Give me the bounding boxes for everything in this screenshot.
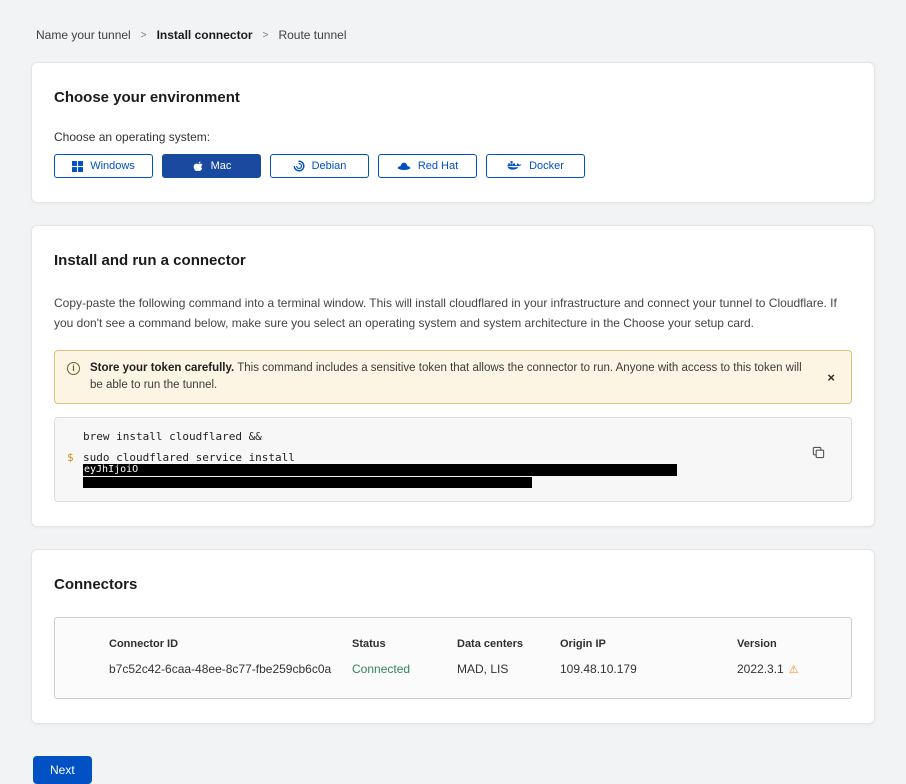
copy-icon[interactable] [810, 444, 827, 461]
install-card-title: Install and run a connector [54, 252, 852, 269]
tunnel-setup-page: Name your tunnel > Install connector > R… [0, 0, 906, 784]
os-button-label: Red Hat [418, 160, 458, 172]
table-header-row: Connector ID Status Data centers Origin … [109, 638, 831, 650]
connectors-card: Connectors Connector ID Status Data cent… [31, 549, 875, 724]
table-row: b7c52c42-6caa-48ee-8c77-fbe259cb6c0a Con… [109, 662, 831, 676]
redacted-token-line-1: eyJhIjoiO [83, 464, 677, 476]
os-button-windows[interactable]: Windows [54, 154, 153, 178]
os-select-label: Choose an operating system: [54, 130, 852, 144]
debian-icon [293, 160, 305, 172]
data-centers-value: MAD, LIS [457, 662, 560, 676]
origin-ip-value: 109.48.10.179 [560, 662, 737, 676]
install-command-block: $ brew install cloudflared && sudo cloud… [54, 417, 852, 502]
redhat-icon [397, 161, 411, 172]
breadcrumb: Name your tunnel > Install connector > R… [36, 28, 875, 42]
version-value: 2022.3.1 ⚠ [737, 662, 831, 676]
os-button-label: Debian [312, 160, 347, 172]
breadcrumb-separator: > [141, 30, 147, 41]
environment-card-title: Choose your environment [54, 89, 852, 106]
close-icon[interactable]: × [823, 370, 839, 385]
token-warning-bold: Store your token carefully. [90, 362, 234, 374]
token-warning-banner: i Store your token carefully. This comma… [54, 350, 852, 405]
shell-prompt: $ [67, 451, 74, 464]
os-button-label: Windows [90, 160, 135, 172]
col-header-data-centers: Data centers [457, 638, 560, 650]
os-button-group: Windows Mac Debian Red Hat [54, 154, 852, 178]
connectors-card-title: Connectors [54, 576, 852, 593]
token-prefix: eyJhIjoiO [84, 464, 138, 475]
environment-card: Choose your environment Choose an operat… [31, 62, 875, 203]
command-line-2: sudo cloudflared service install [83, 451, 803, 464]
os-button-mac[interactable]: Mac [162, 154, 261, 178]
col-header-version: Version [737, 638, 831, 650]
version-number: 2022.3.1 [737, 662, 784, 676]
status-badge: Connected [352, 662, 457, 676]
apple-icon [192, 160, 204, 173]
install-card: Install and run a connector Copy-paste t… [31, 225, 875, 527]
os-button-redhat[interactable]: Red Hat [378, 154, 477, 178]
install-instructions: Copy-paste the following command into a … [54, 293, 852, 334]
col-header-origin-ip: Origin IP [560, 638, 737, 650]
info-icon: i [67, 362, 80, 375]
version-warning-icon: ⚠ [789, 663, 799, 676]
token-warning-text: Store your token carefully. This command… [90, 360, 813, 395]
connectors-table: Connector ID Status Data centers Origin … [54, 617, 852, 699]
os-button-debian[interactable]: Debian [270, 154, 369, 178]
col-header-connector-id: Connector ID [109, 638, 352, 650]
command-line-1: brew install cloudflared && [83, 430, 803, 443]
col-header-status: Status [352, 638, 457, 650]
breadcrumb-step-route-tunnel[interactable]: Route tunnel [278, 28, 346, 42]
windows-icon [72, 161, 83, 172]
breadcrumb-step-name-your-tunnel[interactable]: Name your tunnel [36, 28, 131, 42]
breadcrumb-step-install-connector[interactable]: Install connector [157, 28, 253, 42]
os-button-label: Docker [529, 160, 564, 172]
next-button[interactable]: Next [33, 756, 92, 784]
breadcrumb-separator: > [263, 30, 269, 41]
redacted-token-line-2 [83, 477, 532, 488]
connector-id-value: b7c52c42-6caa-48ee-8c77-fbe259cb6c0a [109, 662, 352, 676]
os-button-docker[interactable]: Docker [486, 154, 585, 178]
os-button-label: Mac [211, 160, 232, 172]
docker-icon [507, 160, 522, 172]
